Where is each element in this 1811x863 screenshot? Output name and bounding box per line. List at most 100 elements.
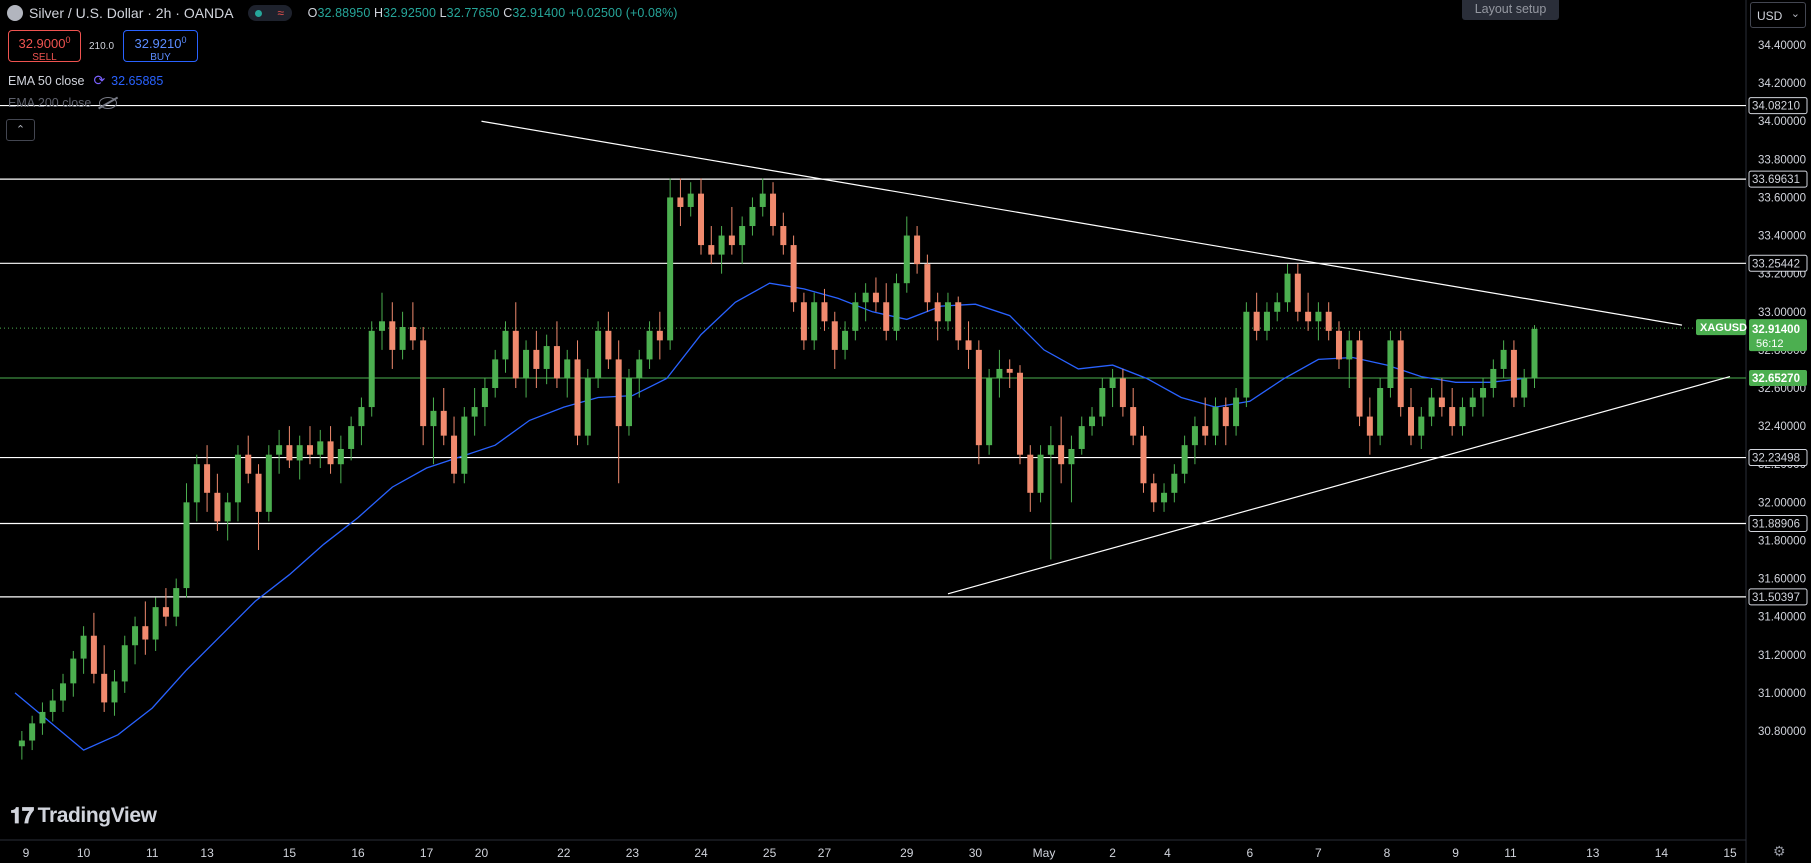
candle-body: [1305, 311, 1312, 322]
candle-body: [1284, 273, 1291, 303]
y-tick-label: 31.40000: [1758, 612, 1806, 624]
candle-body: [780, 226, 787, 246]
data-delay-icon: ≈: [277, 6, 284, 20]
y-tick-label: 33.00000: [1758, 307, 1806, 319]
y-tick-label: 33.40000: [1758, 231, 1806, 243]
candle-body: [934, 302, 941, 322]
x-tick-label: 15: [1723, 846, 1737, 860]
candle-body: [1356, 340, 1363, 417]
x-tick-label: 10: [77, 846, 91, 860]
candle-body: [1500, 349, 1507, 369]
candle-body: [1397, 340, 1404, 408]
market-status-badge[interactable]: ≈: [247, 5, 292, 21]
candle-body: [471, 407, 478, 417]
x-tick-label: 16: [351, 846, 365, 860]
symbol-title[interactable]: Silver / U.S. Dollar · 2h · OANDA: [29, 5, 234, 21]
candle-body: [1109, 378, 1116, 388]
y-tick-label: 33.60000: [1758, 192, 1806, 204]
x-tick-label: 9: [23, 846, 30, 860]
candle-body: [759, 193, 766, 207]
candle-body: [1480, 388, 1487, 398]
candles-group: [18, 178, 1538, 760]
x-tick-label: 2: [1109, 846, 1116, 860]
x-tick-label: 4: [1164, 846, 1171, 860]
x-tick-label: 8: [1384, 846, 1391, 860]
y-tick-label: 34.00000: [1758, 116, 1806, 128]
candle-body: [1346, 340, 1353, 360]
x-tick-label: 13: [200, 846, 214, 860]
candle-body: [708, 245, 715, 255]
candle-body: [512, 330, 519, 379]
candle-body: [296, 445, 303, 461]
candle-body: [1119, 378, 1126, 408]
layout-setup-button[interactable]: Layout setup: [1462, 0, 1559, 20]
candle-body: [1078, 426, 1085, 449]
ohlc-values: O32.88950 H32.92500 L32.77650 C32.91400 …: [307, 6, 678, 20]
candle-body: [1387, 340, 1394, 388]
ema200-legend[interactable]: EMA 200 close: [8, 96, 118, 110]
candle-body: [790, 245, 797, 303]
level-label: 33.69631: [1752, 174, 1800, 186]
x-tick-label: 25: [763, 846, 777, 860]
ema50-legend[interactable]: EMA 50 close ⟳ 32.65885: [8, 72, 163, 89]
candle-body: [1068, 448, 1075, 465]
candle-body: [965, 340, 972, 350]
candle-body: [152, 607, 159, 640]
candle-body: [204, 464, 211, 493]
candle-body: [914, 235, 921, 265]
candle-body: [29, 723, 36, 741]
candle-body: [625, 378, 632, 427]
chevron-down-icon: ⌄: [1790, 8, 1800, 20]
y-tick-label: 31.20000: [1758, 650, 1806, 662]
candle-body: [224, 502, 231, 522]
gear-icon[interactable]: ⚙: [1773, 843, 1786, 860]
buy-button[interactable]: 32.92100 BUY: [123, 30, 198, 63]
x-tick-label: 14: [1655, 846, 1669, 860]
candle-body: [276, 445, 283, 455]
tradingview-logo: 𝟏𝟕 TradingView: [10, 803, 157, 828]
candle-body: [111, 681, 118, 703]
candle-body: [739, 226, 746, 246]
candle-body: [379, 321, 386, 331]
candle-body: [523, 349, 530, 379]
currency-select[interactable]: USD ⌄: [1750, 2, 1806, 28]
level-label: 34.08210: [1752, 101, 1800, 113]
candle-body: [1438, 397, 1445, 408]
ema50-line: [14, 282, 1525, 751]
trendline: [947, 375, 1731, 595]
candle-body: [595, 330, 602, 379]
y-tick-label: 31.60000: [1758, 574, 1806, 586]
candle-body: [646, 330, 653, 360]
candle-body: [564, 359, 571, 379]
x-tick-label: 30: [969, 846, 983, 860]
loading-icon: ⟳: [93, 72, 106, 88]
candle-body: [1181, 445, 1188, 474]
candle-body: [1243, 311, 1250, 398]
candle-body: [1418, 416, 1425, 436]
candle-body: [1171, 473, 1178, 493]
candle-body: [831, 321, 838, 350]
candle-body: [1006, 368, 1013, 373]
candle-body: [1428, 397, 1435, 417]
candle-body: [1408, 407, 1415, 436]
candle-body: [1212, 407, 1219, 436]
candle-body: [389, 321, 396, 350]
x-tick-label: 23: [626, 846, 640, 860]
x-tick-label: 7: [1315, 846, 1322, 860]
candle-body: [214, 492, 221, 522]
candle-body: [1027, 454, 1034, 493]
candle-body: [821, 302, 828, 322]
candle-body: [255, 473, 262, 512]
y-tick-label: 32.00000: [1758, 497, 1806, 509]
price-chart[interactable]: 34.40000 34.20000 34.00000 33.80000 33.60000…: [0, 0, 1811, 863]
candle-body: [337, 448, 344, 465]
candle-body: [955, 302, 962, 341]
collapse-legend-button[interactable]: ⌃: [6, 119, 35, 141]
candle-body: [132, 626, 139, 646]
hidden-eye-icon[interactable]: [99, 97, 118, 109]
candle-body: [996, 368, 1003, 379]
sell-button[interactable]: 32.90000 SELL: [8, 30, 81, 63]
x-tick-label: 17: [420, 846, 434, 860]
candle-body: [451, 435, 458, 474]
y-tick-label: 32.40000: [1758, 421, 1806, 433]
